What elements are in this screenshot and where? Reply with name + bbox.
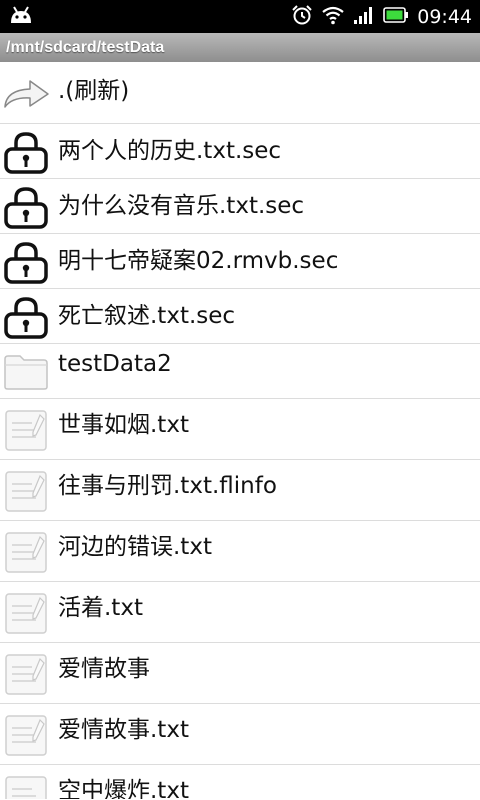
document-icon: [2, 529, 50, 579]
file-name: testData2: [58, 351, 172, 377]
file-row[interactable]: 明十七帝疑案02.rmvb.sec: [0, 234, 480, 289]
file-name: 明十七帝疑案02.rmvb.sec: [58, 248, 339, 274]
file-list: .(刷新) 两个人的历史.txt.sec 为什么没有音乐.txt.sec 明十七…: [0, 62, 480, 799]
lock-icon: [2, 130, 50, 178]
file-name: 世事如烟.txt: [58, 412, 189, 438]
file-row[interactable]: 空中爆炸.txt: [0, 765, 480, 799]
file-row[interactable]: 死亡叙述.txt.sec: [0, 289, 480, 344]
file-name: 爱情故事: [58, 656, 150, 682]
document-icon: [2, 590, 50, 640]
document-icon: [2, 468, 50, 518]
refresh-arrow-icon: [2, 76, 50, 114]
battery-icon: [383, 6, 409, 27]
lock-icon: [2, 295, 50, 343]
file-row[interactable]: 活着.txt: [0, 582, 480, 643]
file-row[interactable]: 为什么没有音乐.txt.sec: [0, 179, 480, 234]
document-icon: [2, 773, 50, 799]
file-row-refresh[interactable]: .(刷新): [0, 62, 480, 124]
lock-icon: [2, 185, 50, 233]
clock-time: 09:44: [417, 5, 472, 28]
file-name: 死亡叙述.txt.sec: [58, 303, 236, 329]
signal-strength-icon: [353, 5, 375, 29]
android-notification-icon: [8, 5, 34, 29]
file-row[interactable]: 河边的错误.txt: [0, 521, 480, 582]
wifi-icon: [321, 5, 345, 29]
file-row[interactable]: 两个人的历史.txt.sec: [0, 124, 480, 179]
file-name: 往事与刑罚.txt.flinfo: [58, 473, 277, 499]
status-bar: 09:44: [0, 0, 480, 33]
file-row[interactable]: 爱情故事.txt: [0, 704, 480, 765]
file-name: .(刷新): [58, 78, 130, 104]
document-icon: [2, 651, 50, 701]
document-icon: [2, 407, 50, 457]
file-row[interactable]: 爱情故事: [0, 643, 480, 704]
file-row[interactable]: 世事如烟.txt: [0, 399, 480, 460]
file-name: 空中爆炸.txt: [58, 778, 189, 799]
file-name: 两个人的历史.txt.sec: [58, 138, 282, 164]
current-path: /mnt/sdcard/testData: [0, 33, 480, 62]
file-name: 爱情故事.txt: [58, 717, 189, 743]
file-name: 活着.txt: [58, 595, 143, 621]
file-row-folder[interactable]: testData2: [0, 344, 480, 399]
lock-icon: [2, 240, 50, 288]
file-name: 河边的错误.txt: [58, 534, 212, 560]
file-row[interactable]: 往事与刑罚.txt.flinfo: [0, 460, 480, 521]
folder-icon: [2, 353, 50, 395]
alarm-icon: [291, 4, 313, 30]
document-icon: [2, 712, 50, 762]
file-name: 为什么没有音乐.txt.sec: [58, 193, 305, 219]
